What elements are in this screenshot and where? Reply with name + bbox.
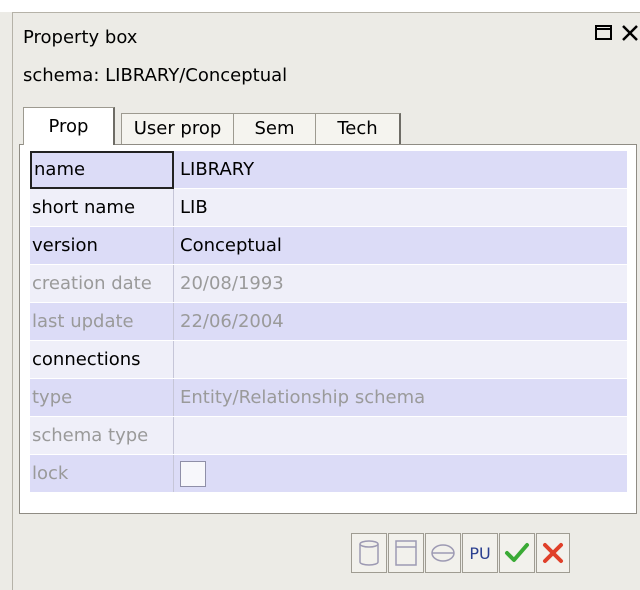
property-label: name <box>30 151 174 189</box>
tab-tech[interactable]: Tech <box>315 113 401 145</box>
restore-window-icon[interactable] <box>595 25 613 46</box>
confirm-button[interactable] <box>499 533 535 573</box>
property-row-short-name[interactable]: short name LIB <box>30 189 627 227</box>
table-icon <box>394 539 418 567</box>
property-value: 22/06/2004 <box>180 311 284 332</box>
top-strip <box>0 0 640 12</box>
tab-prop[interactable]: Prop <box>23 107 115 145</box>
table-button[interactable] <box>388 533 424 573</box>
property-row-version[interactable]: version Conceptual <box>30 227 627 265</box>
cross-icon <box>541 541 565 565</box>
cylinder-icon <box>357 539 381 567</box>
property-value[interactable]: LIBRARY <box>176 151 627 188</box>
property-row-connections[interactable]: connections <box>30 341 627 379</box>
property-value: 20/08/1993 <box>180 273 284 294</box>
property-row-lock: lock <box>30 455 627 493</box>
close-icon[interactable] <box>621 25 639 46</box>
properties-grid: name LIBRARY short name LIB version Conc… <box>30 151 627 493</box>
property-label: version <box>30 227 174 264</box>
tab-bar: Prop User prop Sem Tech <box>23 107 633 145</box>
schema-label: schema: LIBRARY/Conceptual <box>23 65 288 86</box>
property-value <box>176 455 627 492</box>
property-row-schema-type: schema type <box>30 417 627 455</box>
property-value: Entity/Relationship schema <box>180 387 426 408</box>
property-row-type: type Entity/Relationship schema <box>30 379 627 417</box>
window-controls <box>595 25 639 46</box>
disk-icon <box>430 543 456 563</box>
disk-button[interactable] <box>425 533 461 573</box>
property-value[interactable]: LIB <box>176 189 627 226</box>
property-row-creation-date: creation date 20/08/1993 <box>30 265 627 303</box>
property-value <box>176 417 627 454</box>
lock-checkbox[interactable] <box>180 461 206 487</box>
property-value[interactable]: Conceptual <box>176 227 627 264</box>
pu-button[interactable]: PU <box>462 533 498 573</box>
property-label: type <box>30 379 174 416</box>
tab-user-prop[interactable]: User prop <box>121 113 235 145</box>
property-value[interactable] <box>176 341 627 378</box>
title-bar: Property box <box>13 13 640 65</box>
property-label: creation date <box>30 265 174 302</box>
cylinder-button[interactable] <box>351 533 387 573</box>
tab-sem[interactable]: Sem <box>233 113 317 145</box>
property-label: schema type <box>30 417 174 454</box>
property-label: last update <box>30 303 174 340</box>
cancel-button[interactable] <box>536 533 570 573</box>
property-label: connections <box>30 341 174 378</box>
properties-panel: name LIBRARY short name LIB version Conc… <box>19 144 637 514</box>
check-icon <box>504 541 530 565</box>
pu-label: PU <box>469 543 491 563</box>
property-label: short name <box>30 189 174 226</box>
property-row-name[interactable]: name LIBRARY <box>30 151 627 189</box>
property-box-panel: Property box schema: LIBRARY/Conceptual … <box>12 12 640 590</box>
property-label: lock <box>30 455 174 492</box>
property-row-last-update: last update 22/06/2004 <box>30 303 627 341</box>
window-title: Property box <box>23 27 138 48</box>
